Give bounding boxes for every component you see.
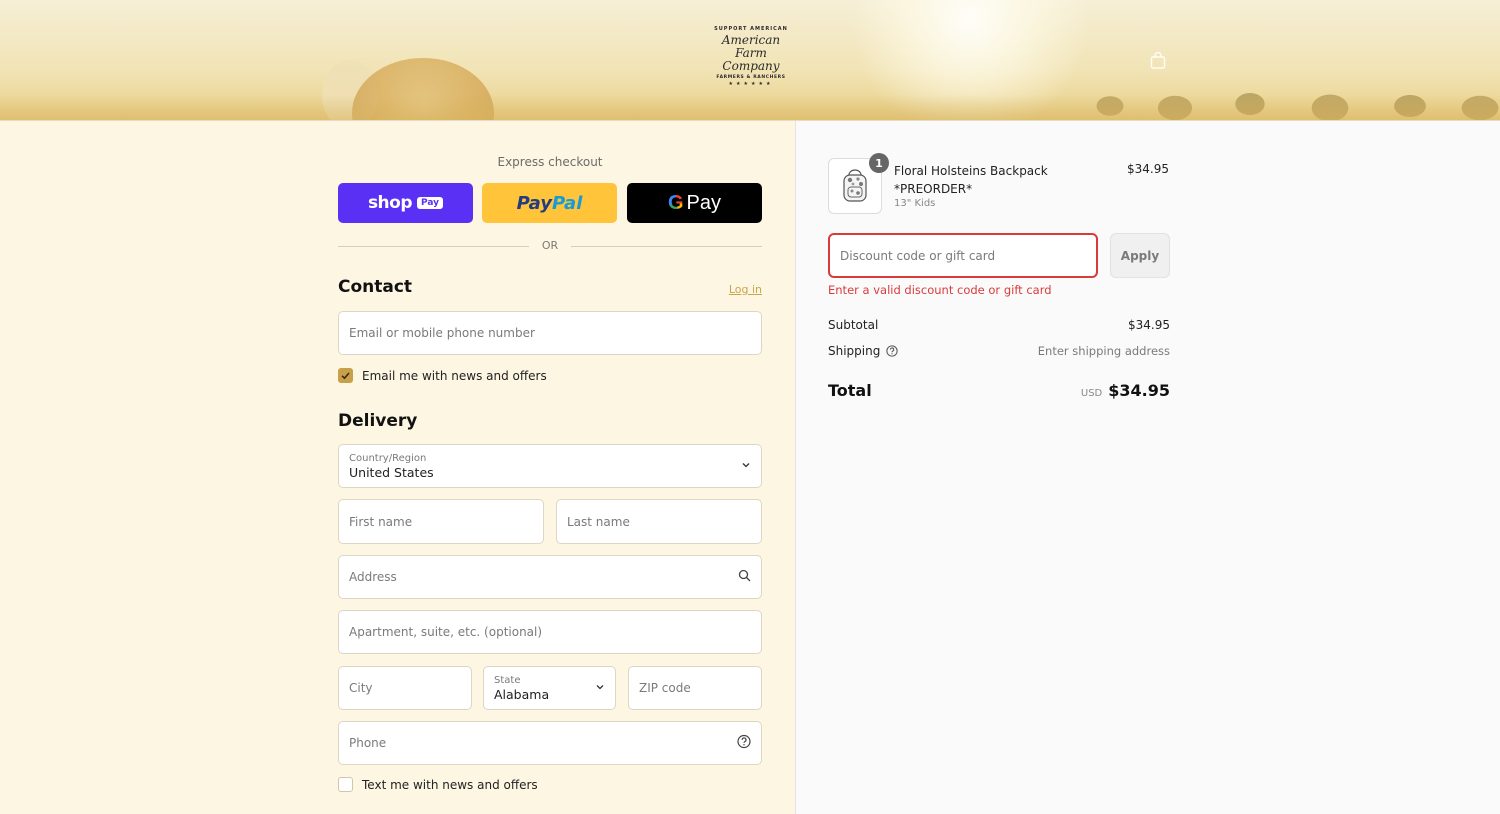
express-checkout-title: Express checkout bbox=[497, 155, 603, 169]
text-offers-row[interactable]: Text me with news and offers bbox=[338, 777, 538, 792]
country-select[interactable]: Country/Region United States bbox=[338, 444, 762, 488]
first-name-placeholder: First name bbox=[349, 514, 413, 529]
country-value: United States bbox=[349, 464, 434, 480]
shipping-row: Shipping Enter shipping address bbox=[828, 344, 1170, 358]
product-name: Floral Holsteins Backpack *PREORDER* bbox=[894, 164, 1048, 196]
first-name-field[interactable]: First name bbox=[338, 499, 544, 544]
field-grass bbox=[0, 95, 1500, 120]
zip-placeholder: ZIP code bbox=[639, 681, 691, 695]
phone-field[interactable]: Phone bbox=[338, 721, 762, 765]
total-label: Total bbox=[828, 381, 872, 400]
help-icon[interactable] bbox=[737, 734, 751, 752]
subtotal-label: Subtotal bbox=[828, 318, 879, 332]
shopping-bag-icon[interactable] bbox=[1150, 51, 1166, 69]
subtotal-row: Subtotal $34.95 bbox=[828, 318, 1170, 332]
product-variant: 13" Kids bbox=[894, 198, 936, 209]
shop-pay-word: shop bbox=[367, 193, 413, 213]
paypal-word-2: Pal bbox=[552, 192, 583, 214]
state-label: State bbox=[494, 674, 521, 686]
logo-line-3: FARMERS & RANCHERS bbox=[716, 75, 786, 80]
google-g-icon: G bbox=[667, 191, 684, 214]
last-name-field[interactable]: Last name bbox=[556, 499, 762, 544]
logo-arc-text: SUPPORT AMERICAN bbox=[714, 26, 788, 32]
email-offers-row[interactable]: Email me with news and offers bbox=[338, 368, 547, 383]
state-select[interactable]: State Alabama bbox=[483, 666, 616, 710]
login-link[interactable]: Log in bbox=[729, 283, 762, 296]
shipping-label: Shipping bbox=[828, 344, 881, 358]
product-price: $34.95 bbox=[1127, 162, 1169, 176]
subtotal-value: $34.95 bbox=[1128, 318, 1170, 332]
apartment-placeholder: Apartment, suite, etc. (optional) bbox=[349, 625, 543, 639]
country-label: Country/Region bbox=[349, 452, 427, 464]
chevron-down-icon bbox=[741, 459, 751, 473]
paypal-button[interactable]: Pay Pal bbox=[482, 183, 617, 223]
google-pay-word: Pay bbox=[686, 191, 722, 214]
discount-placeholder: Discount code or gift card bbox=[840, 248, 996, 263]
discount-error-message: Enter a valid discount code or gift card bbox=[828, 283, 1052, 297]
address-placeholder: Address bbox=[349, 570, 397, 584]
email-offers-label: Email me with news and offers bbox=[362, 368, 547, 383]
logo-line-2: Farm Company bbox=[722, 46, 780, 73]
divider-line-right bbox=[571, 246, 762, 247]
store-logo[interactable]: SUPPORT AMERICAN American Farm Company F… bbox=[709, 26, 793, 88]
backpack-image bbox=[843, 169, 867, 202]
email-placeholder: Email or mobile phone number bbox=[349, 326, 535, 340]
zip-field[interactable]: ZIP code bbox=[628, 666, 762, 710]
text-offers-label: Text me with news and offers bbox=[362, 777, 538, 792]
shop-pay-badge: Pay bbox=[417, 197, 444, 209]
city-field[interactable]: City bbox=[338, 666, 472, 710]
google-pay-button[interactable]: G Pay bbox=[627, 183, 762, 223]
paypal-word-1: Pay bbox=[516, 192, 552, 214]
contact-heading: Contact bbox=[338, 277, 413, 297]
search-icon bbox=[738, 569, 751, 585]
email-offers-checkbox[interactable] bbox=[338, 368, 353, 383]
total-value: $34.95 bbox=[1108, 381, 1170, 400]
shipping-value: Enter shipping address bbox=[1037, 344, 1170, 358]
header-banner: SUPPORT AMERICAN American Farm Company F… bbox=[0, 0, 1500, 121]
address-field[interactable]: Address bbox=[338, 555, 762, 599]
state-value: Alabama bbox=[494, 686, 550, 702]
total-currency: USD bbox=[1080, 388, 1103, 399]
discount-code-input[interactable]: Discount code or gift card bbox=[828, 233, 1098, 278]
total-row: Total USD $34.95 bbox=[828, 381, 1170, 400]
or-divider: OR bbox=[338, 238, 762, 254]
phone-placeholder: Phone bbox=[349, 736, 387, 750]
logo-stars: ★★★★★★ bbox=[728, 81, 774, 87]
apartment-field[interactable]: Apartment, suite, etc. (optional) bbox=[338, 610, 762, 654]
checkmark-icon bbox=[341, 372, 350, 380]
order-summary: 1 Floral Holsteins Backpack *PREORDER* 1… bbox=[795, 121, 1500, 814]
shop-pay-button[interactable]: shop Pay bbox=[338, 183, 473, 223]
email-field[interactable]: Email or mobile phone number bbox=[338, 311, 762, 355]
last-name-placeholder: Last name bbox=[567, 514, 630, 529]
help-icon[interactable] bbox=[886, 345, 899, 357]
city-placeholder: City bbox=[349, 681, 373, 695]
text-offers-checkbox[interactable] bbox=[338, 777, 353, 792]
apply-discount-button[interactable]: Apply bbox=[1110, 233, 1170, 278]
chevron-down-icon bbox=[595, 681, 605, 695]
quantity-badge: 1 bbox=[869, 153, 889, 173]
delivery-heading: Delivery bbox=[338, 411, 418, 431]
